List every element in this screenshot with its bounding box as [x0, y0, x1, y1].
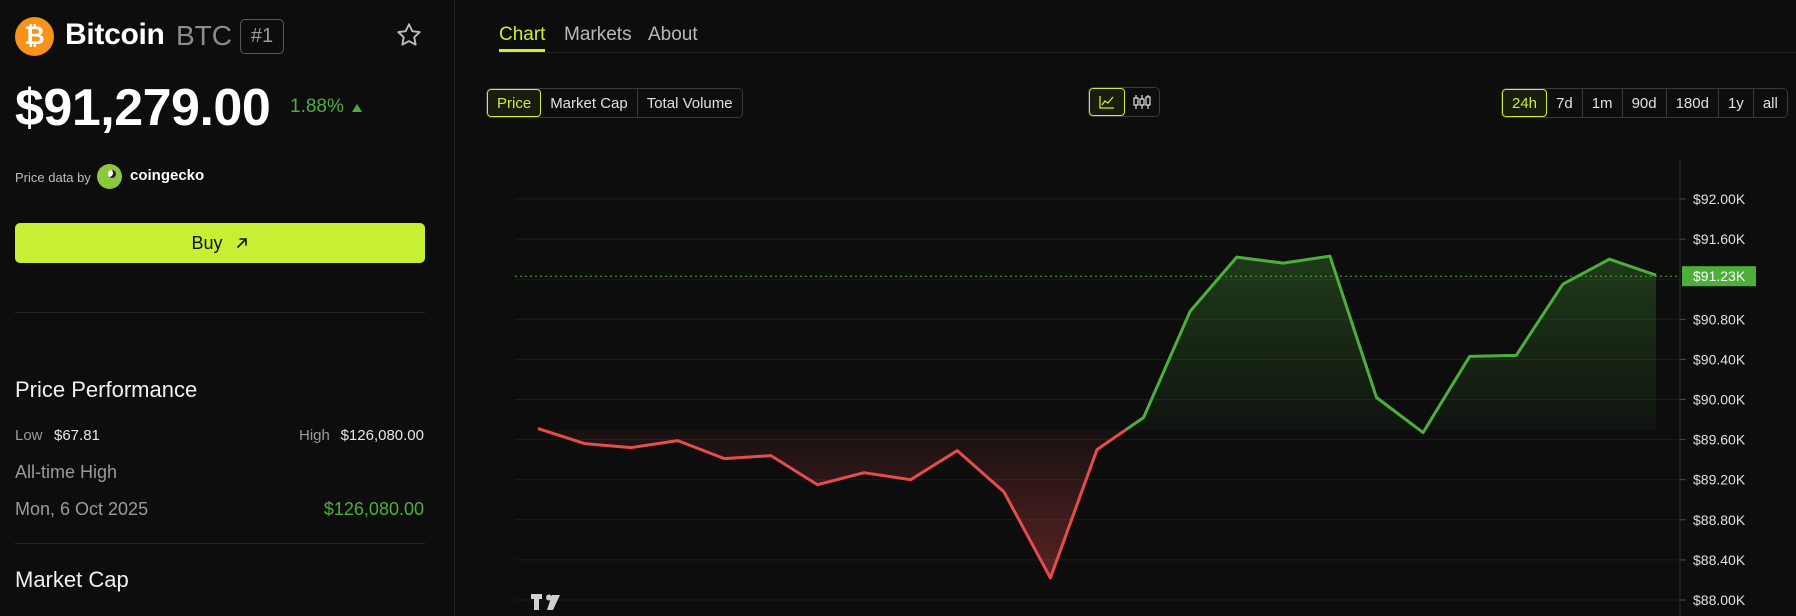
y-tick-label: $90.40K: [1693, 351, 1746, 367]
tradingview-logo-icon: [531, 594, 560, 610]
gain-area: [1126, 256, 1656, 433]
chart-area-fill: [515, 256, 1680, 578]
y-tick-label: $88.40K: [1693, 552, 1746, 568]
y-tick-label: $88.00K: [1693, 592, 1746, 608]
y-tick-label: $88.80K: [1693, 512, 1746, 528]
chart-y-axis: $92.00K $91.60K $90.80K $90.40K $90.00K $89.6…: [1679, 160, 1756, 616]
price-chart[interactable]: $92.00K $91.60K $90.80K $90.40K $90.00K $89.6…: [0, 0, 1796, 616]
y-tick-label: $89.60K: [1693, 432, 1746, 448]
y-tick-label: $90.80K: [1693, 311, 1746, 327]
current-price-label: $91.23K: [1693, 268, 1746, 284]
y-tick-label: $91.60K: [1693, 231, 1746, 247]
y-tick-label: $89.20K: [1693, 472, 1746, 488]
y-tick-label: $92.00K: [1693, 191, 1746, 207]
y-tick-label: $90.00K: [1693, 392, 1746, 408]
